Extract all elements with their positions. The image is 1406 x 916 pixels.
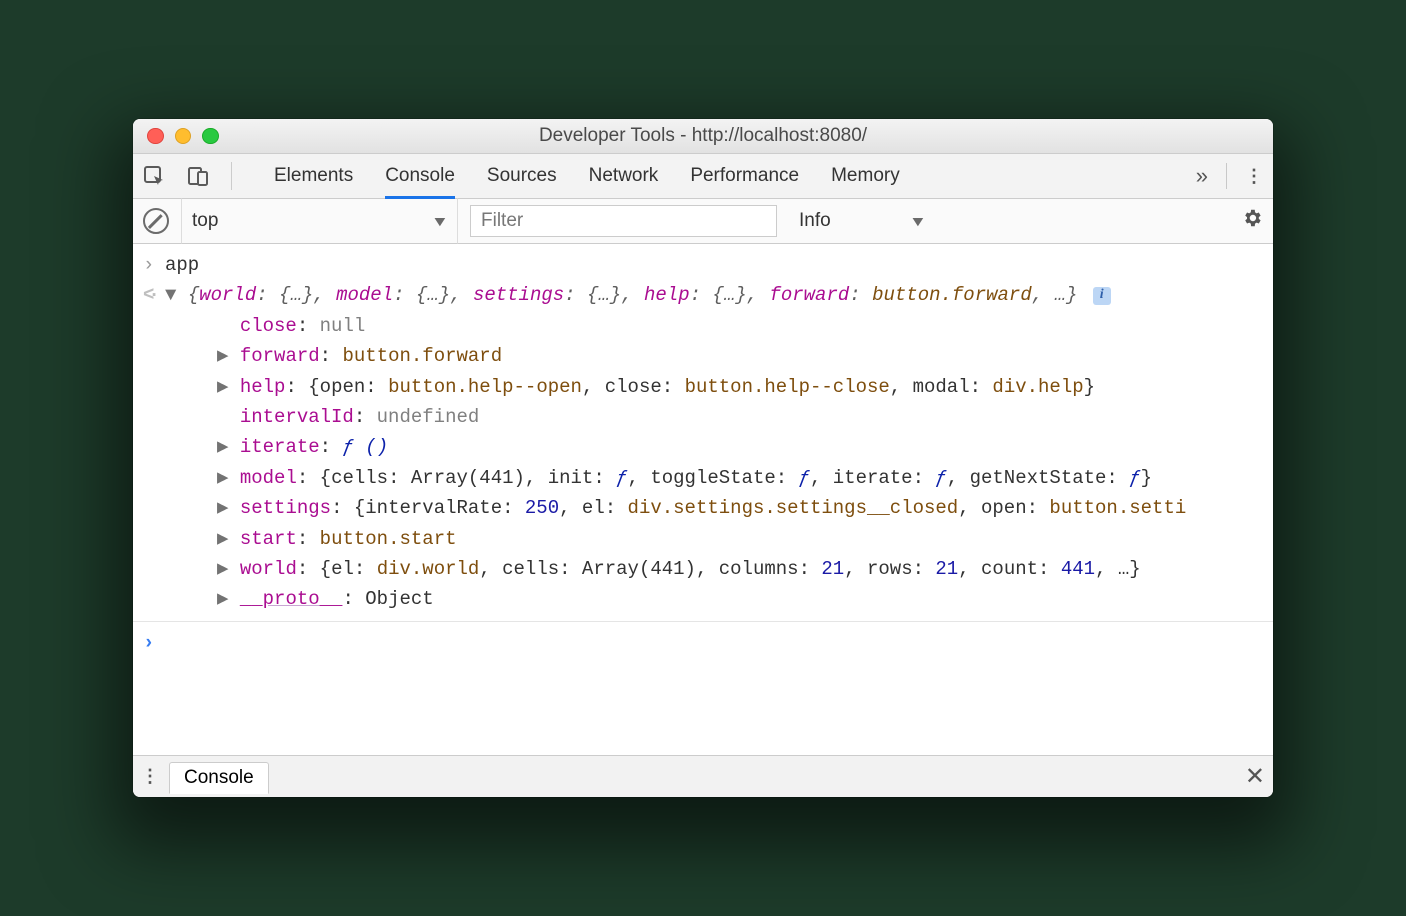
console-body[interactable]: › app <· ▼ {world: {…}, model: {…}, sett… (133, 244, 1273, 755)
level-value: Info (799, 210, 831, 232)
context-value: top (192, 210, 218, 232)
dropdown-icon: ▼ (909, 213, 927, 229)
tab-performance[interactable]: Performance (690, 154, 799, 198)
minimize-window-button[interactable] (175, 128, 192, 145)
tab-sources[interactable]: Sources (487, 154, 557, 198)
object-tree[interactable]: close: null ▶ forward: button.forward ▶ … (143, 311, 1263, 615)
tab-elements[interactable]: Elements (274, 154, 353, 198)
traffic-lights (147, 128, 219, 145)
output-chevron-icon: <· (143, 280, 157, 310)
separator (1226, 163, 1227, 189)
filter-input[interactable] (470, 205, 777, 237)
tab-console[interactable]: Console (385, 154, 455, 198)
more-tabs-icon[interactable]: » (1196, 163, 1208, 189)
log-level-selector[interactable]: Info ▼ (799, 210, 925, 232)
divider (133, 621, 1273, 622)
input-chevron-icon: › (143, 250, 157, 280)
prompt-chevron-icon: › (143, 628, 157, 658)
window-title: Developer Tools - http://localhost:8080/ (133, 125, 1273, 147)
console-input: app (165, 250, 199, 280)
clear-console-icon[interactable] (143, 208, 169, 234)
info-badge-icon[interactable]: i (1093, 287, 1111, 305)
close-drawer-icon[interactable]: ✕ (1245, 762, 1265, 791)
object-summary[interactable]: ▼ {world: {…}, model: {…}, settings: {…}… (165, 280, 1111, 310)
titlebar: Developer Tools - http://localhost:8080/ (133, 119, 1273, 154)
drawer-bar: ⋮ Console ✕ (133, 755, 1273, 797)
drawer-menu-icon[interactable]: ⋮ (141, 766, 159, 787)
settings-menu-icon[interactable]: ⋮ (1245, 166, 1263, 187)
console-prompt-row[interactable]: › (143, 628, 1263, 658)
inspect-element-icon[interactable] (143, 165, 165, 187)
zoom-window-button[interactable] (202, 128, 219, 145)
console-prompt[interactable] (165, 628, 176, 658)
toolbar: Elements Console Sources Network Perform… (133, 154, 1273, 199)
devtools-window: Developer Tools - http://localhost:8080/… (133, 119, 1273, 797)
drawer-tab-console[interactable]: Console (169, 762, 269, 794)
console-filter-bar: top ▼ Info ▼ (133, 199, 1273, 244)
console-input-row: › app (143, 250, 1263, 280)
device-toggle-icon[interactable] (187, 165, 209, 187)
console-output-row: <· ▼ {world: {…}, model: {…}, settings: … (143, 280, 1263, 310)
close-window-button[interactable] (147, 128, 164, 145)
panel-tabs: Elements Console Sources Network Perform… (274, 154, 900, 198)
dropdown-icon: ▼ (431, 213, 449, 229)
tab-memory[interactable]: Memory (831, 154, 900, 198)
context-selector[interactable]: top ▼ (181, 198, 458, 244)
tab-network[interactable]: Network (589, 154, 659, 198)
console-settings-icon[interactable] (1241, 207, 1263, 235)
